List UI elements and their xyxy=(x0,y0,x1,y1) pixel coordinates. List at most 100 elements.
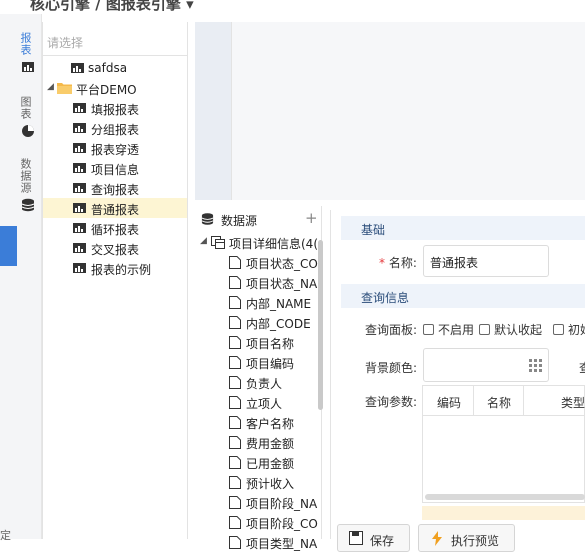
ds-field-label: 已用金额 xyxy=(246,457,295,471)
option-label: 默认收起 xyxy=(494,323,543,337)
datasource-panel: 数据源 + ◢ 项目详细信息(4( 项目状态_CO 项目状态_NA 内部_NAM… xyxy=(195,206,322,551)
ds-field-label: 项目状态_NA xyxy=(246,277,318,291)
report-icon xyxy=(73,243,86,253)
field-icon xyxy=(229,536,241,549)
query-panel-label: 查询面板: xyxy=(365,323,418,337)
field-icon xyxy=(229,256,241,269)
tree-node-group-report[interactable]: 分组报表 xyxy=(43,118,187,138)
field-icon xyxy=(229,356,241,369)
report-icon xyxy=(73,263,86,273)
name-field-label: * 名称: xyxy=(379,254,417,271)
field-icon xyxy=(229,496,241,509)
ds-field-label: 项目类型_NA xyxy=(246,537,318,551)
tree-node-label: 填报报表 xyxy=(91,103,140,117)
save-button-label: 保存 xyxy=(370,534,395,548)
tree-node-normal-report[interactable]: 普通报表 xyxy=(43,198,187,218)
tree-node-cross-report[interactable]: 交叉报表 xyxy=(43,238,187,258)
tree-node-fill-report[interactable]: 填报报表 xyxy=(43,98,187,118)
save-button[interactable]: 保存 xyxy=(337,524,410,552)
ds-field-label: 费用金额 xyxy=(246,437,295,451)
field-icon xyxy=(229,296,241,309)
preview-button-label: 执行预览 xyxy=(451,534,500,548)
field-icon xyxy=(229,336,241,349)
report-icon xyxy=(73,123,86,133)
rail-tab-datasource[interactable]: 数据源 xyxy=(18,158,38,215)
ds-field-label: 立项人 xyxy=(246,397,283,411)
hint-strip xyxy=(422,506,585,520)
canvas-grid[interactable] xyxy=(231,22,585,200)
rail-tab-report[interactable]: 报表 xyxy=(18,32,38,77)
report-icon xyxy=(73,103,86,113)
checkbox[interactable] xyxy=(479,324,490,335)
tree-node-project-info[interactable]: 项目信息 xyxy=(43,158,187,178)
rail-tab-chart-label: 图表 xyxy=(19,96,32,120)
rail-tab-datasource-label: 数据源 xyxy=(19,158,32,194)
report-icon xyxy=(73,183,86,193)
tree-node-report-example[interactable]: 报表的示例 xyxy=(43,258,187,278)
preview-button[interactable]: 执行预览 xyxy=(418,524,515,552)
tree-node-label: safdsa xyxy=(88,61,128,75)
section-basic: 基础 xyxy=(341,216,585,240)
tree-node-label: 平台DEMO xyxy=(76,83,137,97)
tree-node-label: 分组报表 xyxy=(91,123,140,137)
checkbox[interactable] xyxy=(553,324,564,335)
tree-node-label: 查询报表 xyxy=(91,183,140,197)
option-label: 初始 xyxy=(568,323,585,337)
option-disable[interactable]: 不启用 xyxy=(423,321,474,338)
option-collapsed[interactable]: 默认收起 xyxy=(479,321,542,338)
tree-node-label: 循环报表 xyxy=(91,223,140,237)
tree-node-safdsa[interactable]: safdsa xyxy=(43,58,187,78)
page-title[interactable]: 核心引擎 / 图报表引擎 ▾ xyxy=(30,0,194,14)
ds-field-label: 内部_CODE xyxy=(246,317,311,331)
ds-root-node[interactable]: ◢ 项目详细信息(4( xyxy=(200,232,322,252)
report-tree-panel: 请选择 safdsa ◢ 平台DEMO 填报报表 分组报表 报表穿透 项目信息 … xyxy=(42,22,188,539)
tree-node-drill-report[interactable]: 报表穿透 xyxy=(43,138,187,158)
column-header-name[interactable]: 名称 xyxy=(487,394,511,411)
tree-node-loop-report[interactable]: 循环报表 xyxy=(43,218,187,238)
required-mark: * xyxy=(379,256,385,270)
ds-field-label: 项目状态_CO xyxy=(246,257,318,271)
option-initial[interactable]: 初始 xyxy=(553,321,585,338)
canvas-row-header xyxy=(195,22,231,200)
database-icon xyxy=(201,213,214,225)
ds-field-label: 负责人 xyxy=(246,377,283,391)
field-icon xyxy=(229,316,241,329)
section-query-info: 查询信息 xyxy=(341,284,585,308)
rail-active-indicator xyxy=(0,226,17,266)
report-icon xyxy=(71,63,84,73)
params-table-header: 编码 名称 类型 xyxy=(423,386,585,416)
tree-node-label: 交叉报表 xyxy=(91,243,140,257)
ds-field-label: 内部_NAME xyxy=(246,297,312,311)
name-label-text: 名称: xyxy=(388,256,417,270)
tree-node-label: 普通报表 xyxy=(91,203,140,217)
field-icon xyxy=(229,436,241,449)
field-icon xyxy=(229,376,241,389)
add-datasource-button[interactable]: + xyxy=(305,209,318,227)
tree-node-platform-demo[interactable]: ◢ 平台DEMO xyxy=(43,78,187,98)
expand-triangle-icon[interactable]: ◢ xyxy=(47,82,54,92)
report-icon xyxy=(73,163,86,173)
tree-node-query-report[interactable]: 查询报表 xyxy=(43,178,187,198)
expand-triangle-icon[interactable]: ◢ xyxy=(200,236,207,246)
database-icon xyxy=(21,198,35,212)
report-icon xyxy=(73,223,86,233)
field-icon xyxy=(229,476,241,489)
tree-node-label: 报表穿透 xyxy=(91,143,140,157)
datasource-scrollbar[interactable] xyxy=(318,240,323,410)
report-name-input[interactable]: 普通报表 xyxy=(423,245,549,277)
column-divider xyxy=(473,386,474,416)
column-header-code[interactable]: 编码 xyxy=(437,394,461,411)
rail-tab-report-label: 报表 xyxy=(19,32,32,56)
header-bar: 核心引擎 / 图报表引擎 ▾ xyxy=(0,0,585,14)
ds-field-label: 客户名称 xyxy=(246,417,295,431)
ds-field-label: 项目编码 xyxy=(246,357,295,371)
ds-root-label: 项目详细信息(4( xyxy=(229,237,318,251)
bg-color-picker[interactable] xyxy=(423,348,549,382)
rail-edge-text: 定 xyxy=(0,529,11,542)
rail-tab-chart[interactable]: 图表 xyxy=(18,96,38,141)
tree-search-input[interactable]: 请选择 xyxy=(43,22,187,56)
checkbox[interactable] xyxy=(423,324,434,335)
params-horizontal-scrollbar[interactable] xyxy=(425,494,585,500)
column-header-type[interactable]: 类型 xyxy=(561,394,585,411)
bg-color-label: 背景颜色: xyxy=(365,361,418,375)
